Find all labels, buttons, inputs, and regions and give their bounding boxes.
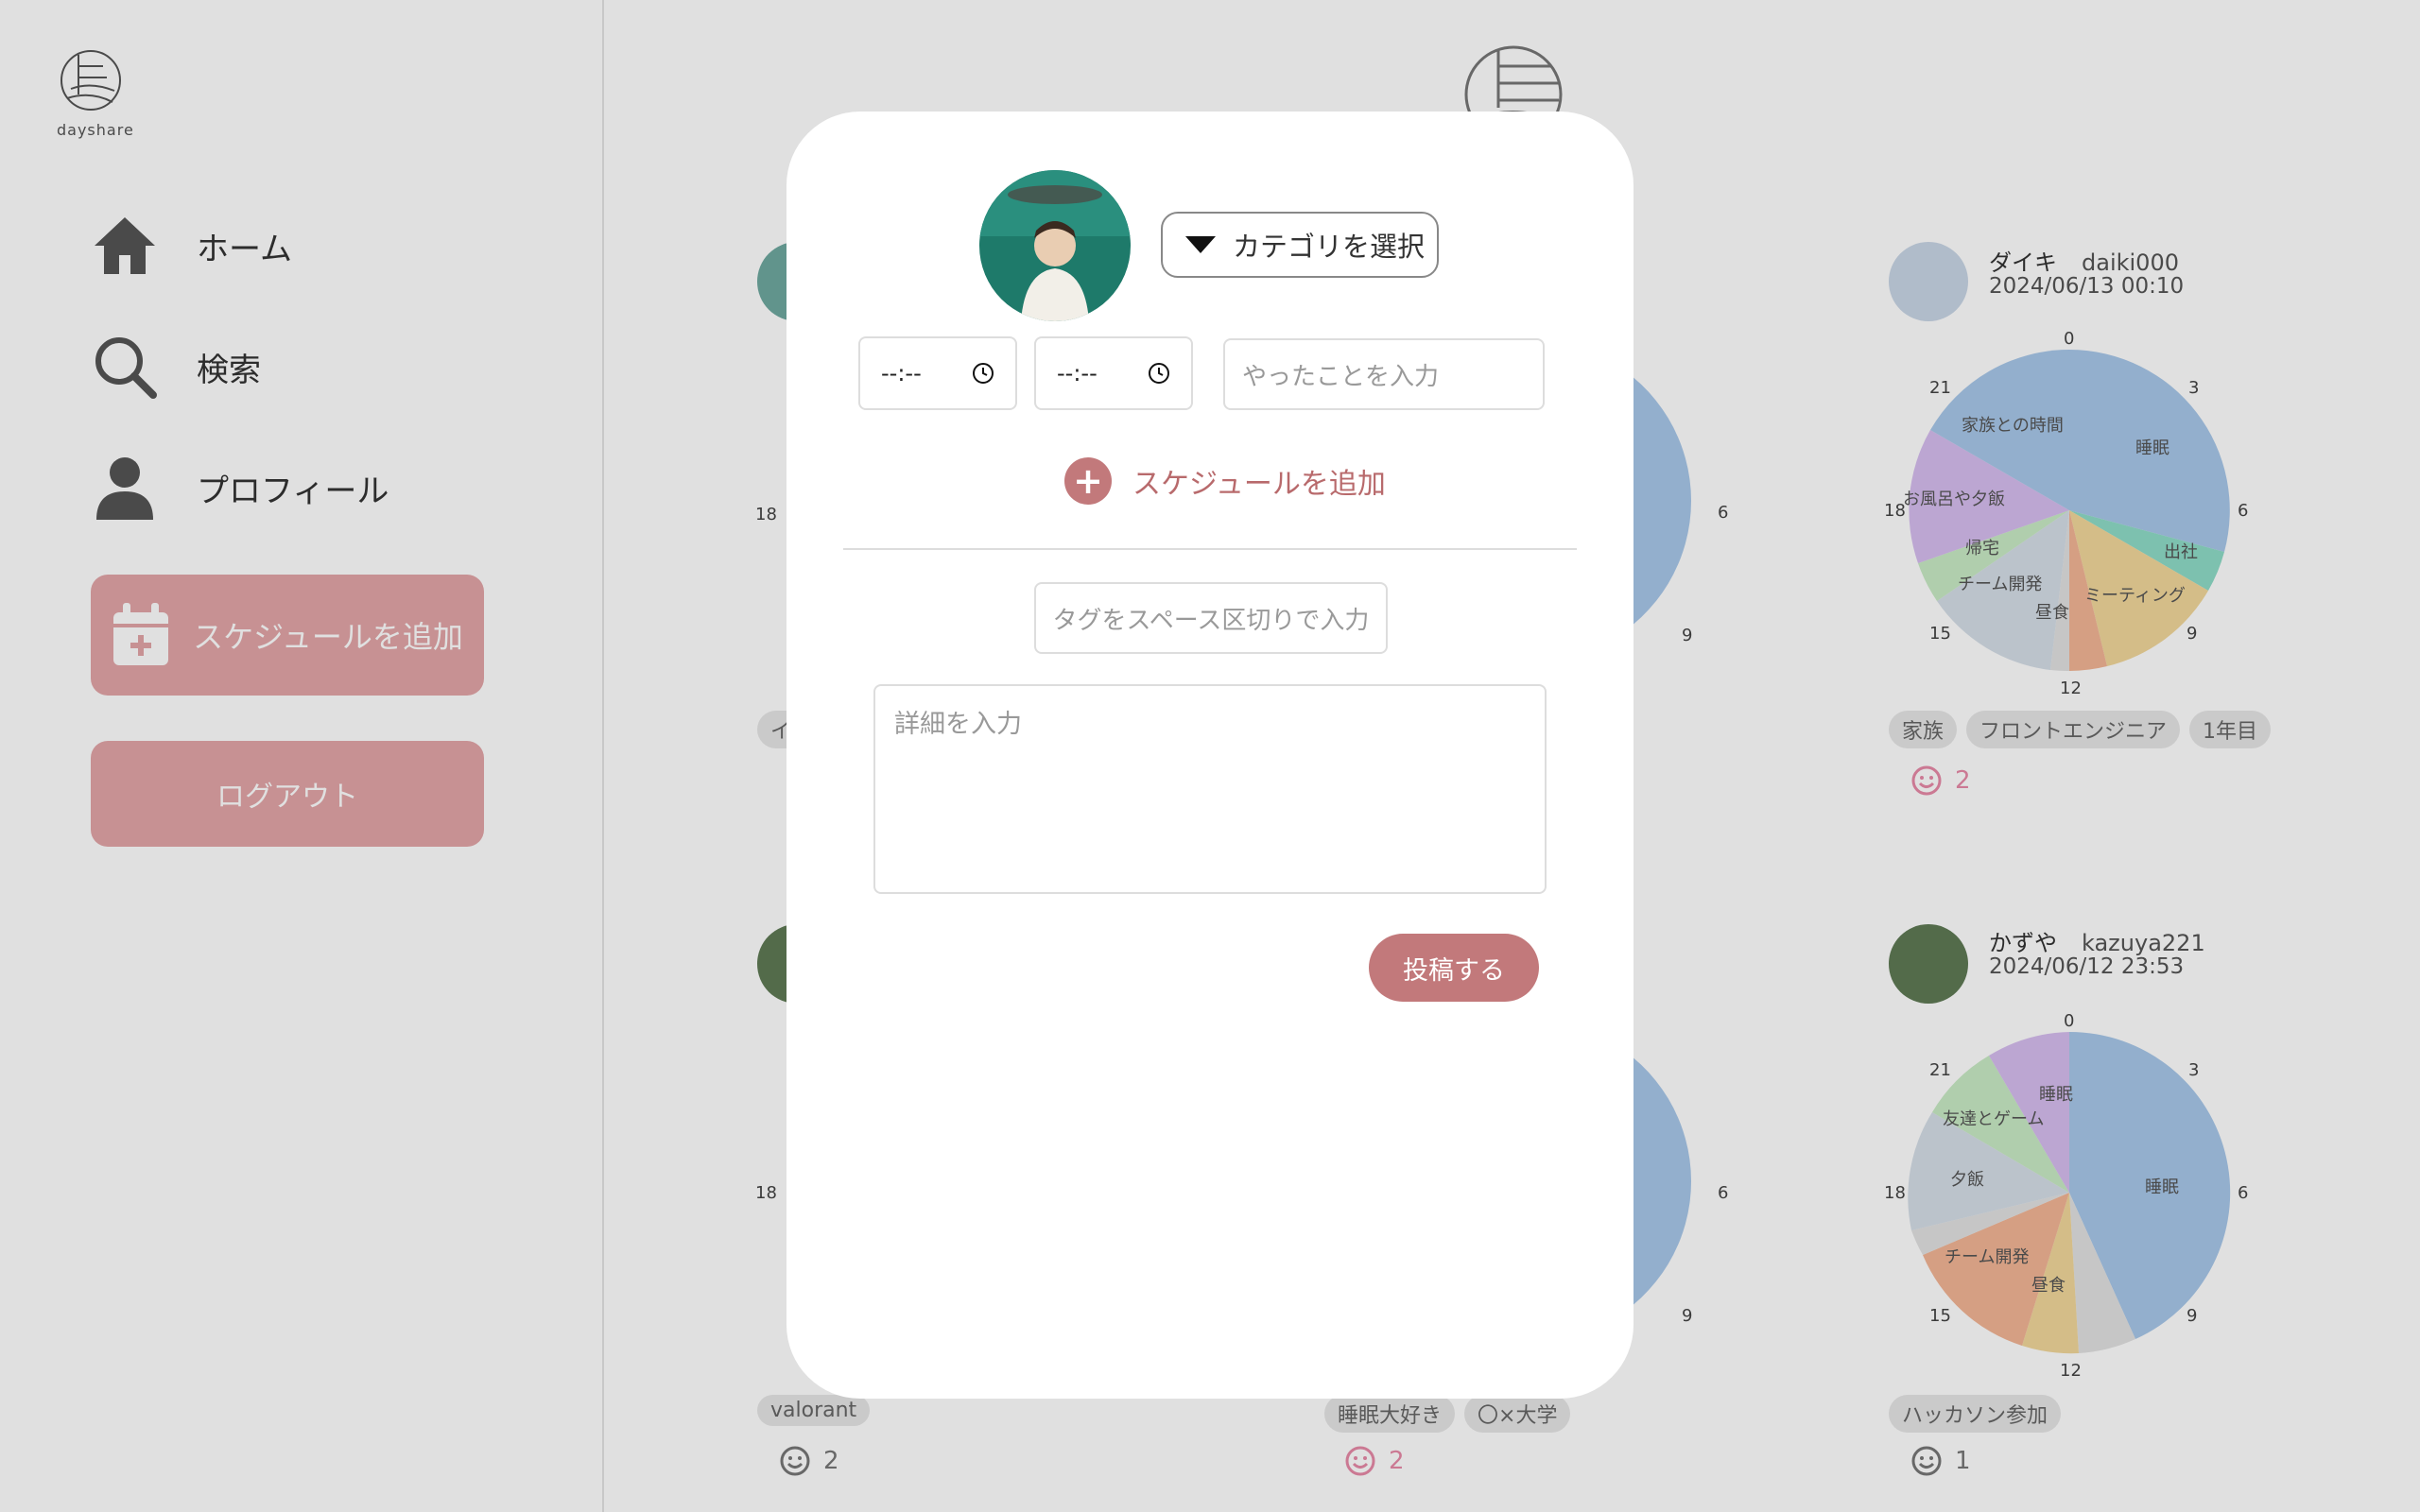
category-select[interactable]: カテゴリを選択	[1161, 212, 1439, 278]
avatar-photo	[979, 170, 1131, 321]
start-time-input[interactable]: --:--	[858, 336, 1017, 410]
add-schedule-row-label: スケジュールを追加	[1132, 468, 1386, 501]
end-time-input[interactable]: --:--	[1034, 336, 1193, 410]
start-time-value: --:--	[881, 360, 922, 387]
tags-input[interactable]: タグをスペース区切りで入力	[1034, 582, 1388, 654]
divider	[843, 548, 1577, 550]
plus-icon: +	[1064, 457, 1112, 505]
end-time-value: --:--	[1057, 360, 1098, 387]
submit-button[interactable]: 投稿する	[1369, 934, 1539, 1002]
clock-icon[interactable]	[1148, 362, 1170, 385]
caret-down-icon	[1185, 236, 1216, 253]
activity-input[interactable]: やったことを入力	[1223, 338, 1545, 410]
detail-textarea[interactable]: 詳細を入力	[873, 684, 1547, 894]
user-avatar	[979, 170, 1131, 321]
clock-icon[interactable]	[972, 362, 994, 385]
category-select-label: カテゴリを選択	[1233, 231, 1426, 263]
add-schedule-row-button[interactable]: + スケジュールを追加	[1064, 457, 1386, 505]
submit-label: 投稿する	[1403, 955, 1505, 986]
post-schedule-modal: カテゴリを選択 --:-- --:-- やったことを入力 + スケジュールを追加…	[786, 112, 1634, 1399]
